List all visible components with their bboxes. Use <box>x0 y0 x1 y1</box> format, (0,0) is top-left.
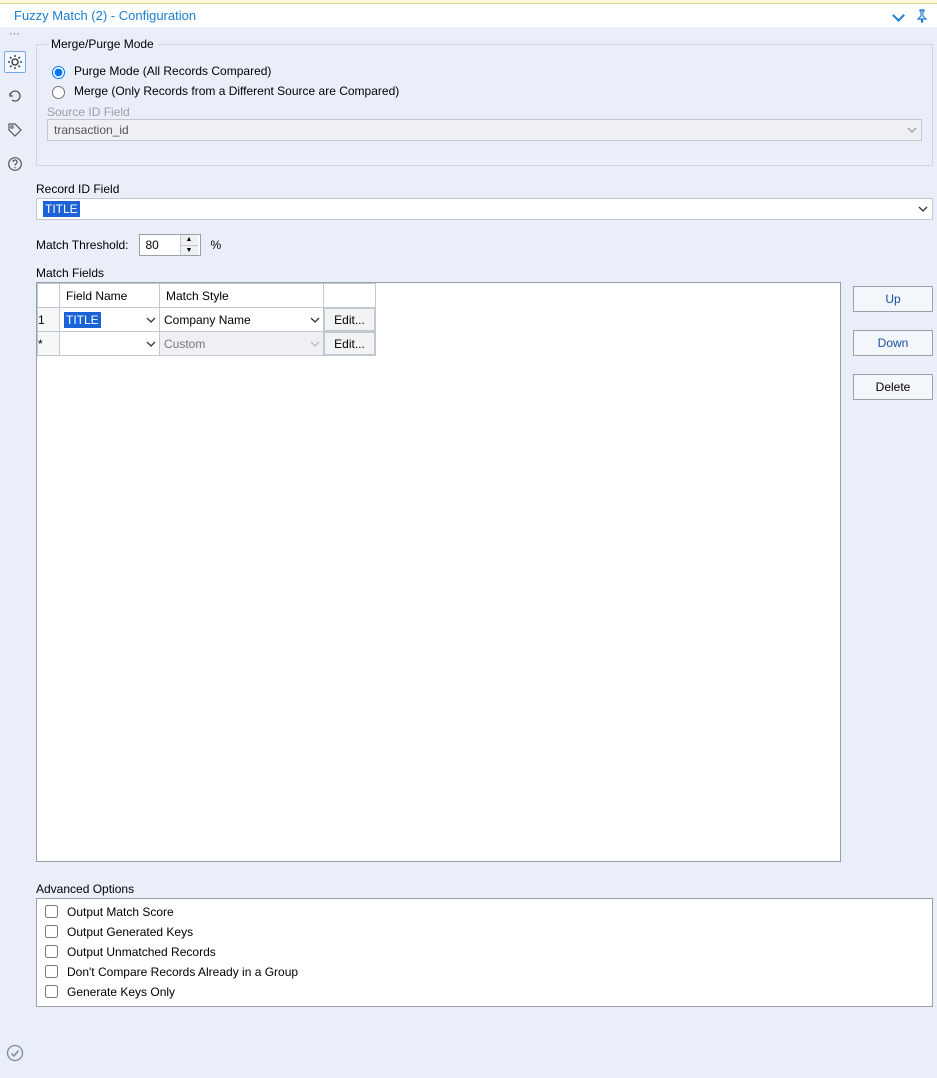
source-id-combo: transaction_id <box>47 119 922 141</box>
chevron-down-icon <box>903 120 921 140</box>
threshold-unit: % <box>211 238 222 252</box>
record-id-combo[interactable]: TITLE <box>36 198 933 220</box>
chk-input[interactable] <box>45 985 58 998</box>
match-fields-table[interactable]: Field Name Match Style 1 TITLE <box>36 282 841 862</box>
down-button[interactable]: Down <box>853 330 933 356</box>
col-index-header <box>38 284 60 308</box>
config-tab-icon[interactable] <box>4 51 26 73</box>
panel-title: Fuzzy Match (2) - Configuration <box>14 8 196 23</box>
field-name-combo[interactable] <box>60 332 159 355</box>
chk-dont-compare-in-group[interactable]: Don't Compare Records Already in a Group <box>41 962 928 981</box>
radio-merge-input[interactable] <box>52 86 65 99</box>
collapse-chevron-icon[interactable] <box>893 10 905 22</box>
refresh-tab-icon[interactable] <box>4 85 26 107</box>
drag-handle-icon[interactable]: ⋯ <box>9 31 21 39</box>
threshold-spin-up[interactable]: ▲ <box>181 235 198 246</box>
match-fields-label: Match Fields <box>36 266 937 280</box>
threshold-input[interactable] <box>140 235 180 255</box>
radio-purge-label: Purge Mode (All Records Compared) <box>74 64 271 78</box>
chevron-down-icon[interactable] <box>914 199 932 219</box>
merge-purge-legend: Merge/Purge Mode <box>47 37 158 51</box>
chk-output-unmatched-records[interactable]: Output Unmatched Records <box>41 942 928 961</box>
row-index: 1 <box>38 308 60 332</box>
match-style-combo: Custom <box>160 332 323 355</box>
edit-button[interactable]: Edit... <box>324 332 375 355</box>
chk-label: Output Generated Keys <box>67 925 193 939</box>
match-style-value: Company Name <box>164 313 251 327</box>
col-fieldname-header: Field Name <box>60 284 160 308</box>
tag-tab-icon[interactable] <box>4 119 26 141</box>
record-id-label: Record ID Field <box>36 182 933 196</box>
match-style-combo[interactable]: Company Name <box>160 308 323 331</box>
chk-output-match-score[interactable]: Output Match Score <box>41 902 928 921</box>
match-style-value: Custom <box>164 337 205 351</box>
status-ok-icon <box>4 1042 26 1064</box>
config-area: Merge/Purge Mode Purge Mode (All Records… <box>30 27 937 1076</box>
chevron-down-icon <box>307 339 323 349</box>
chk-generate-keys-only[interactable]: Generate Keys Only <box>41 982 928 1001</box>
chk-label: Output Match Score <box>67 905 174 919</box>
advanced-box: Output Match Score Output Generated Keys… <box>36 898 933 1007</box>
chk-input[interactable] <box>45 965 58 978</box>
chevron-down-icon[interactable] <box>143 315 159 325</box>
threshold-spinbox[interactable]: ▲ ▼ <box>139 234 201 256</box>
edit-button[interactable]: Edit... <box>324 308 375 331</box>
threshold-spin-down[interactable]: ▼ <box>181 246 198 256</box>
radio-merge[interactable]: Merge (Only Records from a Different Sou… <box>47 83 922 99</box>
record-id-value: TITLE <box>43 201 80 217</box>
field-name-value: TITLE <box>64 312 101 328</box>
chk-input[interactable] <box>45 905 58 918</box>
chk-label: Don't Compare Records Already in a Group <box>67 965 298 979</box>
titlebar: Fuzzy Match (2) - Configuration <box>0 4 937 27</box>
merge-purge-group: Merge/Purge Mode Purge Mode (All Records… <box>36 37 933 166</box>
row-index: * <box>38 332 60 356</box>
source-id-label: Source ID Field <box>47 105 922 119</box>
source-id-value: transaction_id <box>54 123 129 137</box>
chk-input[interactable] <box>45 925 58 938</box>
help-tab-icon[interactable] <box>4 153 26 175</box>
radio-purge[interactable]: Purge Mode (All Records Compared) <box>47 63 922 79</box>
advanced-label: Advanced Options <box>36 882 933 896</box>
radio-merge-label: Merge (Only Records from a Different Sou… <box>74 84 399 98</box>
chk-label: Output Unmatched Records <box>67 945 216 959</box>
table-row[interactable]: 1 TITLE C <box>38 308 376 332</box>
chevron-down-icon[interactable] <box>143 339 159 349</box>
threshold-label: Match Threshold: <box>36 238 129 252</box>
chk-input[interactable] <box>45 945 58 958</box>
field-name-combo[interactable]: TITLE <box>60 308 159 331</box>
side-rail: ⋯ <box>0 27 30 1076</box>
table-row[interactable]: * Custom <box>38 332 376 356</box>
chk-output-generated-keys[interactable]: Output Generated Keys <box>41 922 928 941</box>
delete-button[interactable]: Delete <box>853 374 933 400</box>
col-matchstyle-header: Match Style <box>160 284 324 308</box>
radio-purge-input[interactable] <box>52 66 65 79</box>
chk-label: Generate Keys Only <box>67 985 175 999</box>
pin-icon[interactable] <box>915 9 929 23</box>
up-button[interactable]: Up <box>853 286 933 312</box>
config-window: Fuzzy Match (2) - Configuration ⋯ <box>0 4 937 1076</box>
col-edit-header <box>324 284 376 308</box>
chevron-down-icon[interactable] <box>307 315 323 325</box>
